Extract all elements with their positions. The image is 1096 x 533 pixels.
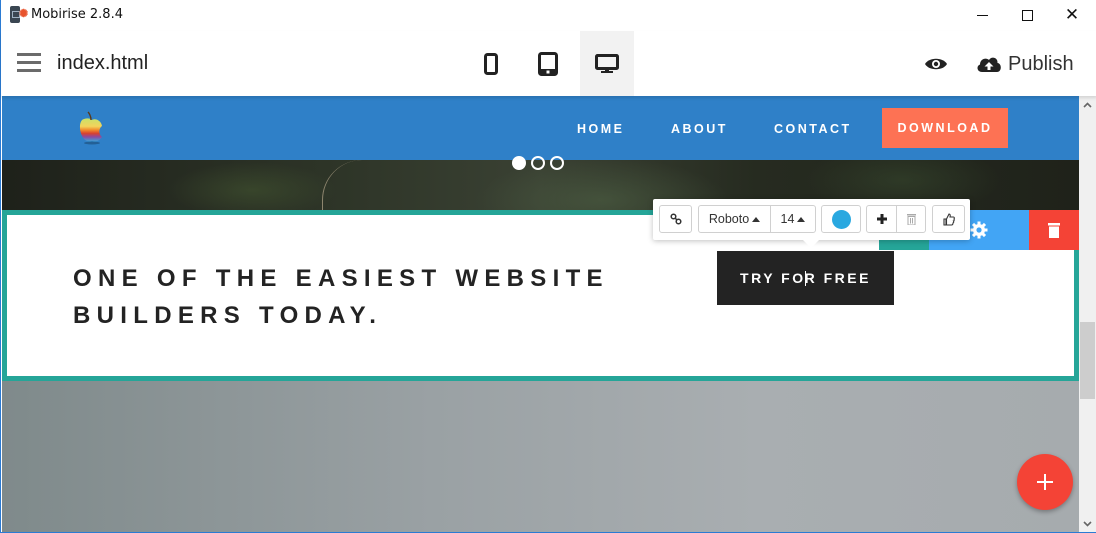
- desktop-icon: [595, 53, 619, 73]
- slider-indicators: [512, 156, 564, 170]
- like-group: [932, 205, 965, 233]
- link-button[interactable]: [660, 206, 691, 232]
- desktop-view-button[interactable]: [580, 31, 634, 96]
- page-filename: index.html: [57, 52, 149, 74]
- caret-up-icon: [752, 216, 761, 222]
- mobirise-app-icon: ✺: [10, 6, 28, 24]
- vertical-scrollbar[interactable]: [1079, 96, 1096, 532]
- delete-block-button[interactable]: [1029, 210, 1079, 250]
- item-actions-group: [866, 205, 926, 233]
- color-swatch: [831, 209, 851, 229]
- nav-link-contact[interactable]: CONTACT: [774, 122, 852, 136]
- chevron-up-icon: [1083, 101, 1092, 108]
- window-title: Mobirise 2.8.4: [31, 7, 123, 22]
- minimize-button[interactable]: [959, 0, 1005, 30]
- cloud-upload-icon: [977, 57, 1001, 72]
- next-section-background: [2, 381, 1079, 532]
- color-group: [821, 205, 861, 233]
- preview-button[interactable]: [921, 51, 951, 77]
- trash-icon: [906, 213, 916, 225]
- thumbs-up-button[interactable]: [933, 206, 964, 232]
- text-format-toolbar: Roboto 14: [653, 199, 970, 248]
- chevron-down-icon: [1083, 520, 1092, 527]
- app-toolbar: index.html Publish: [1, 31, 1096, 96]
- site-navbar: HOME ABOUT CONTACT DOWNLOAD: [2, 96, 1079, 160]
- add-item-button[interactable]: [867, 206, 896, 232]
- close-button[interactable]: ✕: [1049, 0, 1095, 30]
- slider-dot-3[interactable]: [550, 156, 564, 170]
- site-preview-canvas: HOME ABOUT CONTACT DOWNLOAD ONE OF THE E…: [2, 96, 1079, 532]
- link-group: [659, 205, 692, 233]
- mobile-icon: [484, 52, 498, 75]
- headline-line-2: BUILDERS TODAY.: [73, 302, 383, 329]
- nav-link-home[interactable]: HOME: [577, 122, 625, 136]
- remove-item-button[interactable]: [896, 206, 925, 232]
- text-color-button[interactable]: [822, 206, 860, 232]
- publish-button[interactable]: Publish: [976, 49, 1074, 79]
- try-for-free-button[interactable]: TRY FO R FREE: [717, 251, 894, 305]
- slider-dot-1[interactable]: [512, 156, 526, 170]
- hamburger-icon[interactable]: [17, 53, 41, 73]
- headline-line-1: ONE OF THE EASIEST WEBSITE: [73, 265, 609, 292]
- thumbs-up-icon: [942, 212, 955, 226]
- add-block-fab[interactable]: [1017, 454, 1073, 510]
- plus-icon: [1037, 474, 1053, 490]
- maximize-icon: [1021, 9, 1033, 21]
- title-bar: ✺ Mobirise 2.8.4 ✕: [1, 0, 1096, 31]
- publish-label: Publish: [1008, 52, 1074, 75]
- hero-figure-silhouette: [322, 160, 402, 212]
- font-size-value: 14: [780, 212, 795, 226]
- font-family-select[interactable]: Roboto: [699, 206, 770, 232]
- gear-icon: [970, 221, 988, 239]
- slider-dot-2[interactable]: [531, 156, 545, 170]
- close-icon: ✕: [1064, 4, 1080, 25]
- scrollbar-thumb[interactable]: [1080, 322, 1095, 399]
- tablet-view-button[interactable]: [521, 31, 575, 96]
- scroll-up-button[interactable]: [1079, 96, 1096, 113]
- scroll-down-button[interactable]: [1079, 515, 1096, 532]
- caret-up-icon: [797, 216, 806, 222]
- cta-text-before-caret: TRY FO: [740, 270, 806, 286]
- apple-logo[interactable]: [76, 110, 110, 146]
- app-window: ✺ Mobirise 2.8.4 ✕ index.html Publish HO…: [0, 0, 1096, 533]
- link-icon: [669, 213, 682, 225]
- maximize-button[interactable]: [1004, 0, 1050, 30]
- trash-icon: [1048, 222, 1060, 238]
- font-size-select[interactable]: 14: [770, 206, 815, 232]
- nav-link-about[interactable]: ABOUT: [671, 122, 728, 136]
- eye-icon: [925, 58, 947, 70]
- minimize-icon: [976, 14, 988, 16]
- font-group: Roboto 14: [698, 205, 816, 233]
- tablet-icon: [538, 51, 558, 76]
- font-family-value: Roboto: [708, 212, 750, 226]
- download-button[interactable]: DOWNLOAD: [882, 108, 1008, 148]
- block-headline[interactable]: ONE OF THE EASIEST WEBSITE BUILDERS TODA…: [73, 260, 609, 334]
- cta-text-after-caret: R FREE: [804, 270, 871, 286]
- plus-icon: [876, 214, 887, 224]
- mobile-view-button[interactable]: [464, 31, 518, 96]
